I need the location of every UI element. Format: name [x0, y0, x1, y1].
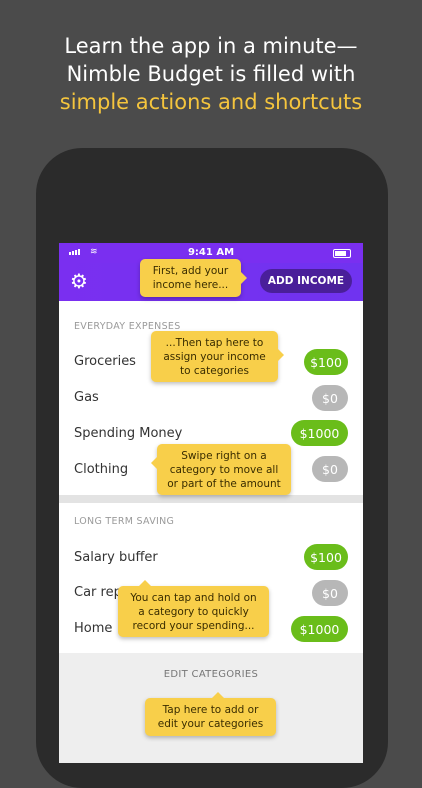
amount-pill-clothing[interactable]: $0 [312, 456, 348, 482]
amount-pill-spending-money[interactable]: $1000 [291, 420, 348, 446]
headline: Learn the app in a minute— Nimble Budget… [0, 32, 422, 116]
callout-swipe-category: Swipe right on a category to move all or… [151, 444, 291, 495]
category-home[interactable]: Home [74, 621, 112, 636]
callout-tap-hold: You can tap and hold on a category to qu… [118, 580, 269, 637]
category-car-rep[interactable]: Car rep [74, 585, 122, 600]
amount-pill-gas[interactable]: $0 [312, 385, 348, 411]
category-groceries[interactable]: Groceries [74, 354, 136, 369]
category-spending-money[interactable]: Spending Money [74, 426, 182, 441]
amount-pill-salary-buffer[interactable]: $100 [304, 544, 348, 570]
headline-line-3: simple actions and shortcuts [59, 90, 363, 114]
battery-icon [333, 249, 351, 258]
headline-line-1: Learn the app in a minute— [64, 34, 358, 58]
amount-pill-car-rep[interactable]: $0 [312, 580, 348, 606]
category-clothing[interactable]: Clothing [74, 462, 128, 477]
gear-icon[interactable]: ⚙ [70, 269, 88, 293]
amount-pill-home[interactable]: $1000 [291, 616, 348, 642]
section-divider [59, 495, 363, 503]
category-salary-buffer[interactable]: Salary buffer [74, 550, 158, 565]
edit-categories-button[interactable]: EDIT CATEGORIES [59, 669, 363, 680]
amount-pill-groceries[interactable]: $100 [304, 349, 348, 375]
callout-edit-categories: Tap here to add or edit your categories [145, 692, 276, 736]
category-gas[interactable]: Gas [74, 390, 99, 405]
callout-assign-income: ...Then tap here to assign your income t… [151, 331, 284, 382]
callout-add-income: First, add your income here... [140, 259, 247, 297]
add-income-button[interactable]: ADD INCOME [260, 269, 352, 293]
section-title-long-term: LONG TERM SAVING [74, 516, 175, 527]
status-time: 9:41 AM [187, 247, 235, 258]
headline-line-2: Nimble Budget is filled with [66, 62, 356, 86]
